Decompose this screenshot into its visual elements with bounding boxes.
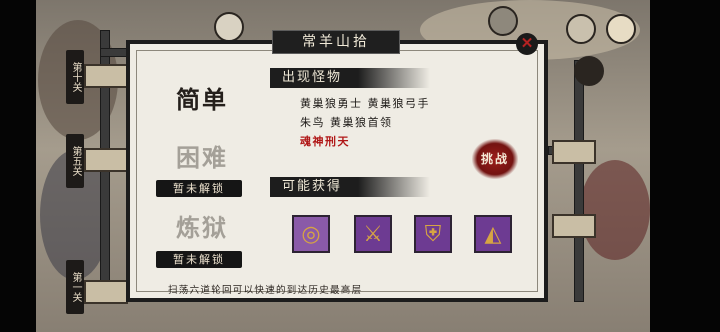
stage-node[interactable] xyxy=(84,280,128,304)
close-x-icon[interactable]: ✕ xyxy=(516,33,538,55)
locked-label: 暂未解锁 xyxy=(156,180,242,197)
stage-node[interactable] xyxy=(552,214,596,238)
locked-label: 暂未解锁 xyxy=(156,251,242,268)
monster-list-line: 黄巢狼勇士 黄巢狼弓手 xyxy=(300,97,430,110)
chapter-marker: 第五关 xyxy=(66,134,84,188)
boss-name: 魂神刑天 xyxy=(300,135,350,148)
challenge-button[interactable]: 挑战 xyxy=(472,139,518,179)
difficulty-normal[interactable]: 困难 xyxy=(170,134,234,182)
monster-list-line: 朱鸟 黄巢狼首领 xyxy=(300,116,393,129)
event-icon[interactable] xyxy=(606,14,636,44)
sword-icon[interactable]: ⚔ xyxy=(354,215,392,253)
stage-icon[interactable] xyxy=(574,56,604,86)
footer-hint: 扫荡六道轮回可以快速的到达历史最高层 xyxy=(168,285,363,296)
bg-character xyxy=(580,160,650,260)
chapter-marker: 第十关 xyxy=(66,50,84,104)
stage-node[interactable] xyxy=(552,140,596,164)
difficulty-hard[interactable]: 炼狱 xyxy=(170,204,234,252)
menu-icon[interactable] xyxy=(566,14,596,44)
chapter-marker: 第一关 xyxy=(66,260,84,314)
skull-icon[interactable] xyxy=(214,12,244,42)
portrait-icon[interactable] xyxy=(488,6,518,36)
stage-node[interactable] xyxy=(84,148,128,172)
boots-icon[interactable]: ◭ xyxy=(474,215,512,253)
dialog-title: 常羊山拾 xyxy=(272,30,400,54)
right-letterbox xyxy=(650,0,720,332)
armor-icon[interactable]: ⛨ xyxy=(414,215,452,253)
left-letterbox xyxy=(0,0,36,332)
stage-node[interactable] xyxy=(84,64,128,88)
monsters-header: 出现怪物 xyxy=(270,68,430,88)
copper-coin-icon[interactable]: ◎ xyxy=(292,215,330,253)
map-path xyxy=(574,60,584,302)
difficulty-easy[interactable]: 简单 xyxy=(170,76,234,124)
rewards-header: 可能获得 xyxy=(270,177,430,197)
